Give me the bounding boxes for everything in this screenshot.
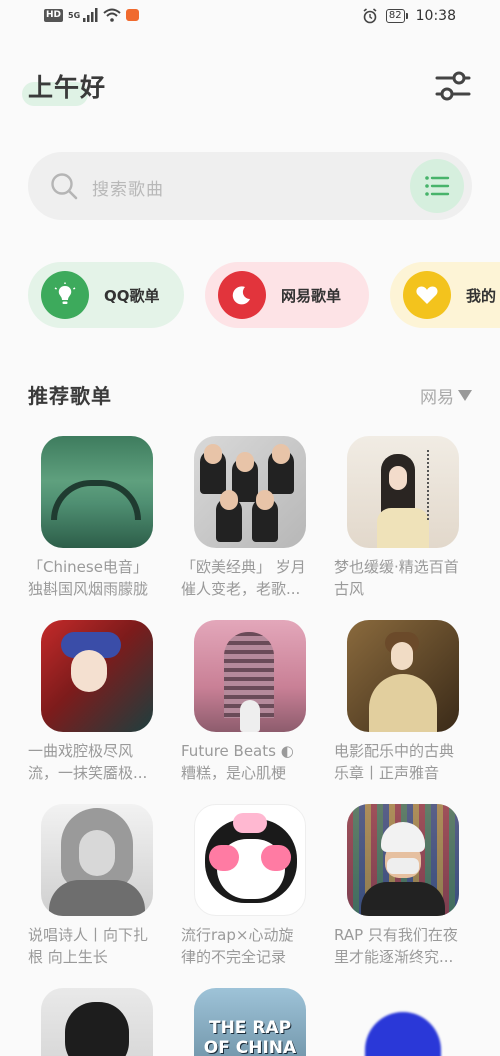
lightbulb-icon <box>54 282 76 304</box>
status-left: HD 5G <box>44 8 140 22</box>
hd-badge: HD <box>44 8 64 22</box>
playlist-cover <box>194 620 306 732</box>
battery-level: 82 <box>385 9 405 23</box>
signal-icon <box>83 8 98 22</box>
search-bar[interactable]: 搜索歌曲 <box>28 152 472 220</box>
my-chip-icon-circle <box>403 271 451 319</box>
playlist-card[interactable]: Future Beats ◐ 糟糕，是心肌梗塞... <box>181 620 307 784</box>
greeting-title: 上午好 <box>28 73 107 102</box>
battery-tip <box>405 13 408 19</box>
playlist-cover <box>347 988 459 1056</box>
playlist-cover <box>41 436 153 548</box>
playlist-cover <box>347 620 459 732</box>
playlist-title: 电影配乐中的古典乐章丨正声雅音 <box>334 742 455 782</box>
network-label: 5G <box>68 10 81 20</box>
playlist-title: 梦也缓缓·精选百首古风 <box>334 558 459 598</box>
settings-button[interactable] <box>434 68 472 104</box>
qq-playlist-chip[interactable]: QQ歌单 <box>28 262 184 328</box>
greeting-header: 上午好 <box>22 68 107 106</box>
alarm-icon <box>363 8 377 24</box>
playlist-card[interactable]: 一曲戏腔极尽风流，一抹笑靥极... <box>28 620 154 784</box>
playlist-title: Future Beats ◐ 糟糕，是心肌梗塞... <box>181 742 294 782</box>
netease-chip-icon-circle <box>218 271 266 319</box>
playlist-cover <box>41 620 153 732</box>
playlist-card[interactable]: RAP 只有我们在夜里才能逐渐终究... <box>334 804 460 968</box>
caret-down-icon <box>458 390 472 401</box>
search-placeholder[interactable]: 搜索歌曲 <box>92 175 164 200</box>
playlist-title: 流行rap×心动旋律的不完全记录 <box>181 926 294 966</box>
netease-playlist-chip[interactable]: 网易歌单 <box>205 262 369 328</box>
battery-indicator: 82 <box>385 9 408 23</box>
playlist-cover: THE RAP OF CHINA <box>194 988 306 1056</box>
netease-chip-label: 网易歌单 <box>281 287 342 305</box>
list-icon <box>425 176 450 196</box>
playlist-card[interactable]: 「Chinese电音」独斟国风烟雨朦胧 <box>28 436 154 600</box>
playlist-card[interactable]: 流行rap×心动旋律的不完全记录 <box>181 804 307 968</box>
playlist-card[interactable]: 电影配乐中的古典乐章丨正声雅音 <box>334 620 460 784</box>
playlist-title: 「Chinese电音」独斟国风烟雨朦胧 <box>28 558 149 598</box>
status-bar: HD 5G 82 10:38 <box>0 0 500 36</box>
sliders-icon <box>435 71 471 101</box>
playlist-cover <box>347 804 459 916</box>
wifi-icon <box>103 8 121 22</box>
playlist-cover <box>194 804 306 916</box>
source-dropdown-value: 网易 <box>420 388 454 408</box>
playlist-title: 说唱诗人丨向下扎根 向上生长 <box>28 926 149 966</box>
moon-icon <box>232 286 250 305</box>
platform-chip-row: QQ歌单 网易歌单 我的 <box>28 262 500 328</box>
source-dropdown[interactable]: 网易 <box>420 383 472 408</box>
heart-icon <box>416 286 438 304</box>
qq-chip-label: QQ歌单 <box>104 287 160 305</box>
playlist-card[interactable] <box>28 988 154 1056</box>
recommended-playlists-title: 推荐歌单 <box>28 384 112 408</box>
qq-chip-icon-circle <box>41 271 89 319</box>
playlist-cover <box>194 436 306 548</box>
playlist-cover <box>41 988 153 1056</box>
search-list-button[interactable] <box>410 159 464 213</box>
status-right: 82 10:38 <box>362 8 456 24</box>
playlist-title: 一曲戏腔极尽风流，一抹笑靥极... <box>28 742 148 782</box>
playlist-title: 「欧美经典」 岁月催人变老，老歌... <box>181 558 306 598</box>
playlist-card[interactable]: 梦也缓缓·精选百首古风 <box>334 436 460 600</box>
cover-text: THE RAP OF CHINA <box>203 1018 297 1056</box>
playlist-card[interactable]: 说唱诗人丨向下扎根 向上生长 <box>28 804 154 968</box>
playlist-card[interactable]: THE RAP OF CHINA <box>181 988 307 1056</box>
playlist-title: RAP 只有我们在夜里才能逐渐终究... <box>334 926 458 966</box>
playlist-card[interactable]: 「欧美经典」 岁月催人变老，老歌... <box>181 436 307 600</box>
playlist-cover <box>347 436 459 548</box>
search-icon <box>51 173 78 200</box>
clock: 10:38 <box>415 8 456 24</box>
my-chip-label: 我的 <box>466 287 497 305</box>
app-notification-icon <box>126 9 140 21</box>
my-playlist-chip[interactable]: 我的 <box>390 262 500 328</box>
playlist-card[interactable] <box>334 988 460 1056</box>
playlist-cover <box>41 804 153 916</box>
